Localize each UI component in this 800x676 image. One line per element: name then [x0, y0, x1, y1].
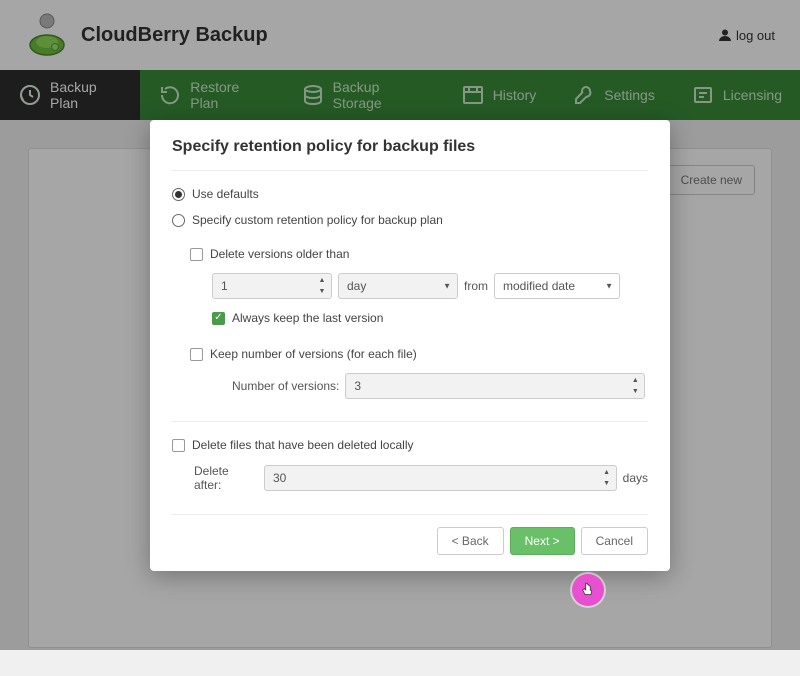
- cancel-button[interactable]: Cancel: [581, 527, 648, 555]
- checkbox-icon: [172, 439, 185, 452]
- check-keep-number[interactable]: Keep number of versions (for each file): [190, 347, 648, 361]
- input-value: 3: [354, 379, 361, 393]
- cursor-indicator: [572, 574, 604, 606]
- checkbox-icon: [190, 348, 203, 361]
- check-label: Delete versions older than: [210, 247, 349, 261]
- spinner-icon[interactable]: ▲▼: [628, 375, 642, 397]
- num-versions-input[interactable]: 3 ▲▼: [345, 373, 645, 399]
- check-label: Delete files that have been deleted loca…: [192, 438, 413, 452]
- check-label: Keep number of versions (for each file): [210, 347, 417, 361]
- modal-title: Specify retention policy for backup file…: [172, 138, 648, 171]
- back-button[interactable]: < Back: [437, 527, 504, 555]
- check-delete-older[interactable]: Delete versions older than: [190, 247, 648, 261]
- divider: [172, 421, 648, 422]
- num-versions-label: Number of versions:: [232, 379, 339, 393]
- input-value: 30: [273, 471, 286, 485]
- spinner-icon[interactable]: ▲▼: [315, 275, 329, 297]
- checkbox-icon: [212, 312, 225, 325]
- radio-label: Specify custom retention policy for back…: [192, 213, 443, 227]
- num-versions-row: Number of versions: 3 ▲▼: [232, 373, 648, 399]
- delete-after-row: Delete after: 30 ▲▼ days: [194, 464, 648, 492]
- pointer-icon: [579, 581, 597, 599]
- days-label: days: [623, 471, 648, 485]
- chevron-down-icon: ▼: [443, 282, 451, 291]
- radio-custom[interactable]: Specify custom retention policy for back…: [172, 213, 648, 227]
- from-label: from: [464, 279, 488, 293]
- from-select[interactable]: modified date ▼: [494, 273, 620, 299]
- next-button[interactable]: Next >: [510, 527, 575, 555]
- radio-icon: [172, 214, 185, 227]
- checkbox-icon: [190, 248, 203, 261]
- delete-after-input[interactable]: 30 ▲▼: [264, 465, 617, 491]
- select-value: day: [347, 279, 366, 293]
- radio-use-defaults[interactable]: Use defaults: [172, 187, 648, 201]
- check-delete-local[interactable]: Delete files that have been deleted loca…: [172, 438, 648, 452]
- chevron-down-icon: ▼: [605, 282, 613, 291]
- input-value: 1: [221, 279, 228, 293]
- radio-icon: [172, 188, 185, 201]
- select-value: modified date: [503, 279, 575, 293]
- retention-modal: Specify retention policy for backup file…: [150, 120, 670, 571]
- spinner-icon[interactable]: ▲▼: [600, 467, 614, 489]
- delete-older-inputs: 1 ▲▼ day ▼ from modified date ▼: [212, 273, 648, 299]
- radio-label: Use defaults: [192, 187, 259, 201]
- modal-footer: < Back Next > Cancel: [172, 514, 648, 555]
- check-always-keep[interactable]: Always keep the last version: [212, 311, 648, 325]
- older-value-input[interactable]: 1 ▲▼: [212, 273, 332, 299]
- check-label: Always keep the last version: [232, 311, 383, 325]
- older-unit-select[interactable]: day ▼: [338, 273, 458, 299]
- delete-after-label: Delete after:: [194, 464, 258, 492]
